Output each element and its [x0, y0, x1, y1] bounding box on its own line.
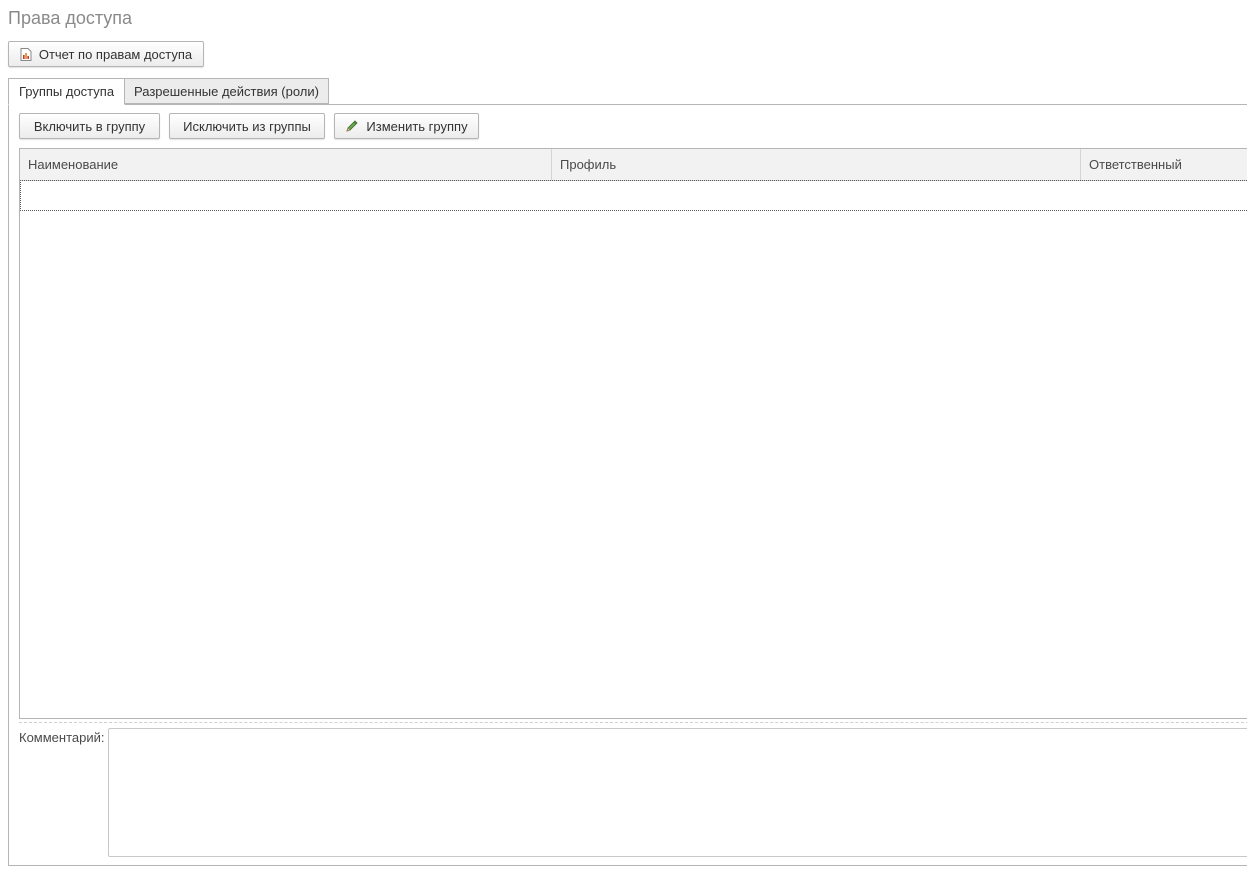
column-header-label: Наименование — [28, 157, 119, 172]
tab-allowed-actions[interactable]: Разрешенные действия (роли) — [125, 78, 329, 104]
access-rights-page: Права доступа Отчет по правам доступа Гр… — [0, 0, 1247, 869]
table-row-focused-empty[interactable] — [20, 180, 1247, 211]
exclude-button-label: Исключить из группы — [183, 118, 311, 134]
column-header-profile[interactable]: Профиль — [552, 149, 1081, 180]
access-groups-table[interactable]: Наименование Профиль Ответственный — [19, 148, 1247, 719]
column-header-name[interactable]: Наименование — [20, 149, 552, 180]
exclude-from-group-button[interactable]: Исключить из группы — [169, 113, 325, 139]
comment-field[interactable] — [108, 728, 1247, 857]
table-header: Наименование Профиль Ответственный — [20, 149, 1247, 181]
edit-group-button[interactable]: Изменить группу — [334, 113, 479, 139]
tab-access-groups[interactable]: Группы доступа — [8, 78, 125, 105]
include-in-group-button[interactable]: Включить в группу — [19, 113, 160, 139]
edit-button-label: Изменить группу — [366, 118, 468, 134]
include-button-label: Включить в группу — [33, 118, 146, 134]
column-header-responsible[interactable]: Ответственный — [1081, 149, 1247, 180]
tab-label: Разрешенные действия (роли) — [134, 83, 319, 99]
tab-label: Группы доступа — [18, 84, 115, 99]
pencil-icon — [345, 119, 359, 133]
column-header-label: Профиль — [560, 157, 617, 172]
comment-label: Комментарий: — [19, 730, 105, 745]
column-header-label: Ответственный — [1089, 157, 1182, 172]
report-icon — [20, 47, 32, 61]
access-rights-report-button[interactable]: Отчет по правам доступа — [8, 41, 204, 67]
page-title: Права доступа — [8, 8, 133, 28]
form-splitter[interactable] — [19, 722, 1247, 723]
report-button-label: Отчет по правам доступа — [38, 46, 193, 62]
